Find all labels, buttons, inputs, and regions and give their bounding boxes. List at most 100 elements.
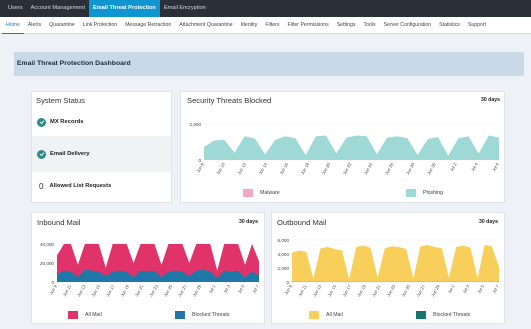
top-nav-email-encryption[interactable]: Email Encryption xyxy=(160,0,210,17)
x-tick-label: Jun 25 xyxy=(401,283,412,297)
x-tick-label: Jul 7 xyxy=(251,283,260,294)
x-tick-label: Jul 5 xyxy=(237,283,246,294)
legend-item-all-mail[interactable]: All Mail xyxy=(68,311,102,319)
x-tick-label: Jun 24 xyxy=(363,161,374,175)
legend-item-all-mail[interactable]: All Mail xyxy=(309,311,343,319)
status-label: Email Delivery xyxy=(50,151,90,157)
top-nav: Users Account Management Email Threat Pr… xyxy=(0,0,531,17)
range-label[interactable]: 30 days xyxy=(239,219,258,225)
tab-statistics[interactable]: Statistics xyxy=(435,17,464,34)
tab-settings[interactable]: Settings xyxy=(333,17,360,34)
x-tick-label: Jun 23 xyxy=(386,283,397,297)
tab-message-retraction[interactable]: Message Retraction xyxy=(121,17,175,34)
legend-label: Blocked Threats xyxy=(433,312,471,318)
x-tick-label: Jun 15 xyxy=(91,283,102,297)
range-label[interactable]: 30 days xyxy=(481,97,500,103)
y-tick-label: 4,000 xyxy=(278,252,290,257)
x-tick-label: Jul 4 xyxy=(470,161,479,172)
tab-tools[interactable]: Tools xyxy=(359,17,379,34)
legend-swatch xyxy=(416,311,426,319)
x-tick-label: Jun 27 xyxy=(415,283,426,297)
x-tick-label: Jun 19 xyxy=(119,283,130,297)
outbound-mail-card: Outbound Mail 30 days 6,000 4,000 2,000 0 Ju… xyxy=(271,212,505,324)
tab-server-configuration[interactable]: Server Configuration xyxy=(380,17,436,34)
tab-filter-permissions[interactable]: Filter Permissions xyxy=(283,17,332,34)
x-tick-label: Jun 11 xyxy=(62,283,73,297)
check-circle-icon xyxy=(37,149,46,159)
legend-item-phishing[interactable]: Phishing xyxy=(406,189,443,197)
x-tick-label: Jul 5 xyxy=(476,283,485,294)
legend-swatch xyxy=(68,311,78,319)
x-tick-label: Jul 1 xyxy=(208,283,217,294)
inbound-mail-card: Inbound Mail 30 days 40,000 20,000 0 Jun 9J… xyxy=(31,212,265,324)
series-area-phishing xyxy=(204,135,499,160)
x-tick-label: Jun 29 xyxy=(430,283,441,297)
x-tick-label: Jun 17 xyxy=(105,283,116,297)
legend-swatch xyxy=(309,311,319,319)
status-row-mx-records[interactable]: MX Records xyxy=(32,113,171,131)
legend-label: Blocked Threats xyxy=(192,312,230,318)
x-tick-label: Jun 20 xyxy=(321,161,332,175)
y-tick-label: 2,000 xyxy=(278,266,290,271)
inbound-mail-title: Inbound Mail xyxy=(37,218,81,227)
x-tick-label: Jun 29 xyxy=(192,283,203,297)
x-tick-label: Jun 17 xyxy=(341,283,352,297)
x-tick-label: Jun 28 xyxy=(405,161,416,175)
status-label: MX Records xyxy=(50,119,84,125)
x-tick-label: Jul 2 xyxy=(449,161,458,172)
series-area-all-mail xyxy=(292,244,499,282)
legend-item-blocked-threats[interactable]: Blocked Threats xyxy=(416,311,470,319)
tab-identity[interactable]: Identity xyxy=(237,17,262,34)
legend-item-blocked-threats[interactable]: Blocked Threats xyxy=(175,311,229,319)
top-nav-email-threat-protection[interactable]: Email Threat Protection xyxy=(89,0,160,17)
tab-alerts[interactable]: Alerts xyxy=(24,17,45,34)
security-threats-card: Security Threats Blocked 30 days 2,500 0 J… xyxy=(180,91,505,203)
security-threats-chart: 2,5000Jun 8 Jun 10 Jun 12 Jun 14 Jun 16 Jun 1… xyxy=(190,122,501,176)
inbound-mail-chart: 40,00020,0000Jun 9 Jun 11 Jun 13 Jun 15 Jun … xyxy=(40,242,260,298)
x-tick-label: Jun 13 xyxy=(312,283,323,297)
y-tick-label: 40,000 xyxy=(40,242,54,247)
x-tick-label: Jun 9 xyxy=(283,283,293,295)
legend-label: All Mail xyxy=(85,312,102,318)
top-nav-account-management[interactable]: Account Management xyxy=(27,0,89,17)
x-tick-label: Jun 11 xyxy=(297,283,308,297)
x-tick-label: Jul 7 xyxy=(491,283,500,294)
y-tick-label: 2,500 xyxy=(190,122,202,127)
security-threats-title: Security Threats Blocked xyxy=(187,96,272,105)
tab-quarantine[interactable]: Quarantine xyxy=(45,17,79,34)
status-label: Allowed List Requests xyxy=(49,183,112,189)
legend-swatch xyxy=(243,189,253,197)
outbound-mail-title: Outbound Mail xyxy=(277,218,327,227)
y-tick-label: 20,000 xyxy=(40,261,54,266)
top-nav-users[interactable]: Users xyxy=(4,0,27,17)
x-tick-label: Jun 13 xyxy=(76,283,87,297)
x-tick-label: Jun 15 xyxy=(327,283,338,297)
legend-label: Phishing xyxy=(423,190,443,196)
status-row-allowed-list-requests[interactable]: 0 Allowed List Requests xyxy=(32,177,171,195)
range-label[interactable]: 30 days xyxy=(479,219,498,225)
legend-label: All Mail xyxy=(326,312,343,318)
tab-home[interactable]: Home xyxy=(2,17,24,34)
x-tick-label: Jun 14 xyxy=(257,161,268,175)
x-tick-label: Jun 8 xyxy=(195,161,205,173)
legend-item-malware[interactable]: Malware xyxy=(243,189,280,197)
status-row-email-delivery[interactable]: Email Delivery xyxy=(32,136,171,172)
y-tick-label: 6,000 xyxy=(278,238,290,243)
x-tick-label: Jun 12 xyxy=(236,161,247,175)
tab-attachment-quarantine[interactable]: Attachment Quarantine xyxy=(175,17,236,34)
x-tick-label: Jun 25 xyxy=(163,283,174,297)
x-tick-label: Jun 18 xyxy=(300,161,311,175)
x-tick-label: Jun 27 xyxy=(177,283,188,297)
x-tick-label: Jun 16 xyxy=(279,161,290,175)
x-tick-label: Jun 23 xyxy=(148,283,159,297)
allowed-list-count: 0 xyxy=(39,181,44,191)
tab-filters[interactable]: Filters xyxy=(261,17,283,34)
x-tick-label: Jun 19 xyxy=(356,283,367,297)
x-tick-label: Jun 10 xyxy=(215,161,226,175)
tab-link-protection[interactable]: Link Protection xyxy=(79,17,121,34)
x-tick-label: Jul 3 xyxy=(222,283,231,294)
check-circle-icon xyxy=(37,117,46,127)
tab-support[interactable]: Support xyxy=(464,17,490,34)
legend-label: Malware xyxy=(260,190,280,196)
legend-swatch xyxy=(175,311,185,319)
